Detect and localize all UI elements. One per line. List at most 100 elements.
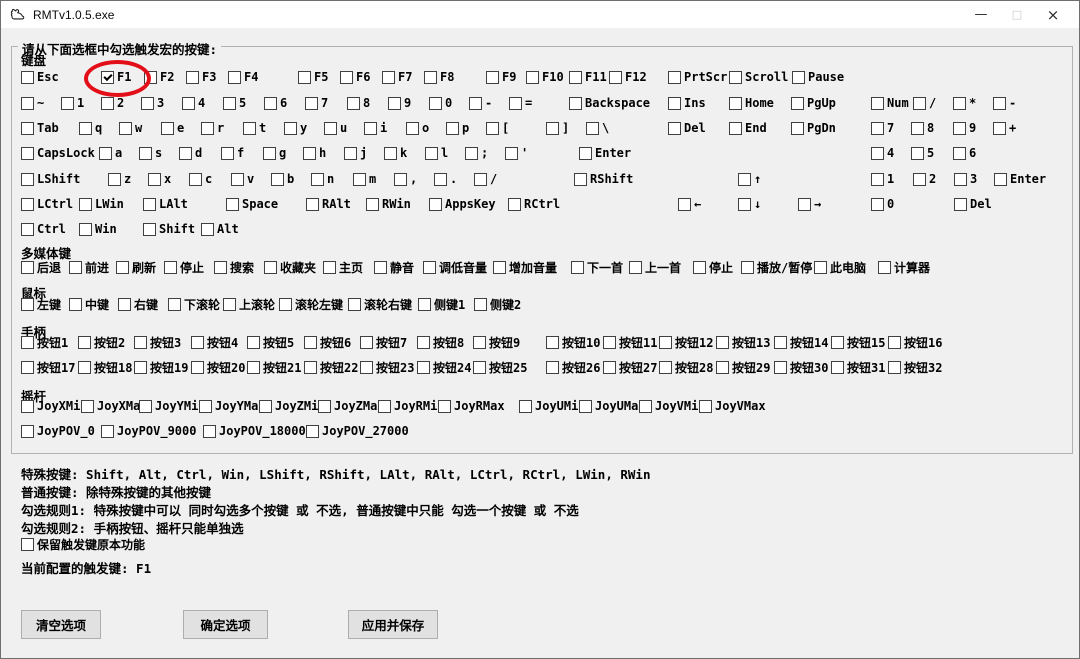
checkbox-按钮5[interactable]: 按钮5 [247,335,294,349]
checkbox-i[interactable]: i [364,121,387,135]
checkbox-f6[interactable]: F6 [340,70,370,84]
checkbox-1[interactable]: 1 [61,96,84,110]
checkbox-enter[interactable]: Enter [579,146,631,160]
checkbox-0[interactable]: 0 [871,197,894,211]
checkbox-key[interactable]: - [993,96,1016,110]
checkbox-右键[interactable]: 右键 [118,297,158,311]
checkbox-e[interactable]: e [161,121,184,135]
checkbox-调低音量[interactable]: 调低音量 [423,260,487,274]
checkbox-按钮28[interactable]: 按钮28 [659,360,713,374]
checkbox-按钮12[interactable]: 按钮12 [659,335,713,349]
checkbox-按钮14[interactable]: 按钮14 [774,335,828,349]
checkbox-按钮15[interactable]: 按钮15 [831,335,885,349]
checkbox-2[interactable]: 2 [913,172,936,186]
checkbox-del[interactable]: Del [668,121,706,135]
checkbox-按钮3[interactable]: 按钮3 [134,335,181,349]
checkbox-9[interactable]: 9 [388,96,411,110]
checkbox-搜索[interactable]: 搜索 [214,260,254,274]
checkbox-2[interactable]: 2 [101,96,124,110]
checkbox-key[interactable]: / [913,96,936,110]
checkbox-f3[interactable]: F3 [186,70,216,84]
checkbox-滚轮左键[interactable]: 滚轮左键 [279,297,343,311]
checkbox-9[interactable]: 9 [953,121,976,135]
checkbox-x[interactable]: x [148,172,171,186]
checkbox-按钮26[interactable]: 按钮26 [546,360,600,374]
checkbox-3[interactable]: 3 [141,96,164,110]
checkbox-capslock[interactable]: CapsLock [21,146,95,160]
checkbox-joyrmax[interactable]: JoyRMax [438,399,505,413]
checkbox-ins[interactable]: Ins [668,96,706,110]
clear-options-button[interactable]: 清空选项 [21,610,101,639]
checkbox-alt[interactable]: Alt [201,222,239,236]
checkbox-d[interactable]: d [179,146,202,160]
checkbox-key[interactable]: ] [546,121,569,135]
checkbox-key[interactable]: + [993,121,1016,135]
checkbox-rctrl[interactable]: RCtrl [508,197,560,211]
checkbox-rwin[interactable]: RWin [366,197,411,211]
checkbox-prtscr[interactable]: PrtScr [668,70,727,84]
checkbox-按钮27[interactable]: 按钮27 [603,360,657,374]
checkbox-f2[interactable]: F2 [144,70,174,84]
confirm-options-button[interactable]: 确定选项 [183,610,268,639]
checkbox-4[interactable]: 4 [871,146,894,160]
maximize-icon[interactable]: □ [999,8,1035,21]
checkbox-中键[interactable]: 中键 [69,297,109,311]
checkbox-end[interactable]: End [729,121,767,135]
checkbox-c[interactable]: c [189,172,212,186]
checkbox-shift[interactable]: Shift [143,222,195,236]
checkbox-r[interactable]: r [201,121,224,135]
checkbox-y[interactable]: y [284,121,307,135]
checkbox-z[interactable]: z [108,172,131,186]
checkbox-joyumin[interactable]: JoyUMin [519,399,586,413]
checkbox-joypov-9000[interactable]: JoyPOV_9000 [101,424,196,438]
checkbox-按钮31[interactable]: 按钮31 [831,360,885,374]
checkbox-joyxmin[interactable]: JoyXMin [21,399,88,413]
checkbox-此电脑[interactable]: 此电脑 [814,260,866,274]
checkbox-左键[interactable]: 左键 [21,297,61,311]
checkbox-8[interactable]: 8 [347,96,370,110]
checkbox-v[interactable]: v [231,172,254,186]
checkbox-停止[interactable]: 停止 [164,260,204,274]
checkbox-scroll[interactable]: Scroll [729,70,788,84]
checkbox-ralt[interactable]: RAlt [306,197,351,211]
checkbox-5[interactable]: 5 [223,96,246,110]
checkbox-win[interactable]: Win [79,222,117,236]
checkbox-joyrmin[interactable]: JoyRMin [378,399,445,413]
checkbox-按钮21[interactable]: 按钮21 [247,360,301,374]
checkbox-lshift[interactable]: LShift [21,172,80,186]
checkbox-joyymin[interactable]: JoyYMin [139,399,206,413]
checkbox-backspace[interactable]: Backspace [569,96,650,110]
checkbox-f9[interactable]: F9 [486,70,516,84]
checkbox-lctrl[interactable]: LCtrl [21,197,73,211]
checkbox-按钮19[interactable]: 按钮19 [134,360,188,374]
checkbox-按钮2[interactable]: 按钮2 [78,335,125,349]
checkbox-侧键1[interactable]: 侧键1 [418,297,465,311]
checkbox-key[interactable]: \ [586,121,609,135]
checkbox-7[interactable]: 7 [305,96,328,110]
checkbox-3[interactable]: 3 [954,172,977,186]
checkbox-增加音量[interactable]: 增加音量 [493,260,557,274]
checkbox-4[interactable]: 4 [182,96,205,110]
checkbox-key[interactable]: ' [505,146,528,160]
checkbox-f11[interactable]: F11 [569,70,607,84]
checkbox-按钮17[interactable]: 按钮17 [21,360,75,374]
checkbox-joyymax[interactable]: JoyYMax [199,399,266,413]
checkbox-f[interactable]: f [221,146,244,160]
checkbox-上一首[interactable]: 上一首 [629,260,681,274]
checkbox-key[interactable]: . [434,172,457,186]
checkbox-1[interactable]: 1 [871,172,894,186]
checkbox-按钮1[interactable]: 按钮1 [21,335,68,349]
checkbox-joyzmax[interactable]: JoyZMax [318,399,385,413]
checkbox-joypov-18000[interactable]: JoyPOV_18000 [203,424,306,438]
checkbox-播放-暂停[interactable]: 播放/暂停 [741,260,812,274]
checkbox-侧键2[interactable]: 侧键2 [474,297,521,311]
checkbox-joyumax[interactable]: JoyUMax [579,399,646,413]
checkbox-按钮4[interactable]: 按钮4 [191,335,238,349]
checkbox-后退[interactable]: 后退 [21,260,61,274]
checkbox-f1[interactable]: F1 [101,70,131,84]
checkbox-5[interactable]: 5 [911,146,934,160]
checkbox-0[interactable]: 0 [429,96,452,110]
checkbox-b[interactable]: b [271,172,294,186]
checkbox-key[interactable]: ~ [21,96,44,110]
checkbox-按钮11[interactable]: 按钮11 [603,335,657,349]
